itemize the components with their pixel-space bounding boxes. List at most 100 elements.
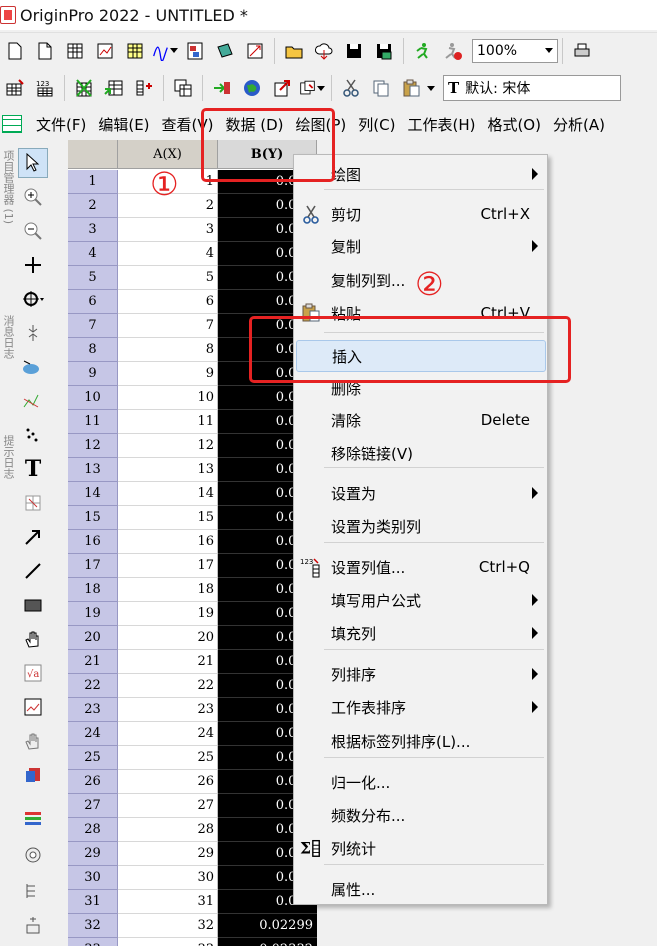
rectangle-tool-icon[interactable]	[18, 590, 48, 620]
row-header[interactable]: 18	[68, 578, 118, 602]
row-header[interactable]: 3	[68, 218, 118, 242]
stop-recalculate-icon[interactable]	[440, 38, 466, 64]
cell-a[interactable]: 21	[118, 650, 218, 674]
menu-view[interactable]: 查看(V)	[156, 114, 220, 135]
cell-a[interactable]: 30	[118, 866, 218, 890]
new-project-icon[interactable]	[2, 38, 28, 64]
row-header[interactable]: 24	[68, 722, 118, 746]
data-selector-icon[interactable]	[18, 318, 48, 348]
row-header[interactable]: 8	[68, 338, 118, 362]
insert-table-icon[interactable]	[18, 488, 48, 518]
template-icon[interactable]	[299, 75, 325, 101]
add-column-icon[interactable]	[2, 75, 28, 101]
row-header[interactable]: 19	[68, 602, 118, 626]
cell-a[interactable]: 26	[118, 770, 218, 794]
zoom-out-icon[interactable]	[18, 216, 48, 246]
menu-item[interactable]: 剪切 Ctrl+X	[296, 198, 546, 230]
cell-a[interactable]: 20	[118, 626, 218, 650]
screen-reader-icon[interactable]	[18, 284, 48, 314]
row-header[interactable]: 6	[68, 290, 118, 314]
menu-worksheet[interactable]: 工作表(H)	[401, 114, 481, 135]
cell-a[interactable]: 5	[118, 266, 218, 290]
row-header[interactable]: 33	[68, 938, 118, 946]
data-reader-icon[interactable]	[18, 250, 48, 280]
menu-item[interactable]: 列排序	[296, 658, 546, 690]
region-selector-icon[interactable]	[18, 352, 48, 382]
cell-a[interactable]: 32	[118, 914, 218, 938]
menu-item[interactable]: 归一化...	[296, 766, 546, 798]
cell-a[interactable]: 13	[118, 458, 218, 482]
menu-item[interactable]: 设置为类别列	[296, 510, 546, 542]
pointer-icon[interactable]	[18, 148, 48, 178]
menu-analysis[interactable]: 分析(A)	[547, 114, 611, 135]
cell-a[interactable]: 4	[118, 242, 218, 266]
menu-edit[interactable]: 编辑(E)	[92, 114, 155, 135]
menu-item[interactable]: 123 设置列值... Ctrl+Q	[296, 551, 546, 583]
row-header[interactable]: 32	[68, 914, 118, 938]
copy-icon[interactable]	[368, 75, 394, 101]
row-header[interactable]: 26	[68, 770, 118, 794]
cell-a[interactable]: 14	[118, 482, 218, 506]
row-header[interactable]: 9	[68, 362, 118, 386]
cell-a[interactable]: 16	[118, 530, 218, 554]
menu-item[interactable]: 移除链接(V)	[296, 437, 546, 469]
row-header[interactable]: 12	[68, 434, 118, 458]
menu-item[interactable]: 填写用户公式	[296, 584, 546, 616]
other-tool-icon[interactable]	[18, 910, 48, 940]
row-header[interactable]: 21	[68, 650, 118, 674]
menu-plot[interactable]: 绘图(P)	[290, 114, 353, 135]
cell-a[interactable]: 1	[118, 170, 218, 194]
cell-a[interactable]: 11	[118, 410, 218, 434]
new-workbook-icon[interactable]	[62, 38, 88, 64]
cell-b[interactable]: 0.02299	[218, 914, 317, 938]
cell-a[interactable]: 10	[118, 386, 218, 410]
circle-tool-icon[interactable]	[18, 840, 48, 870]
cell-a[interactable]: 27	[118, 794, 218, 818]
messages-log-tab[interactable]: 消息日志	[0, 315, 16, 359]
recalculate-icon[interactable]	[410, 38, 436, 64]
cell-a[interactable]: 23	[118, 698, 218, 722]
cell-a[interactable]: 25	[118, 746, 218, 770]
set-column-values-icon[interactable]: 123	[32, 75, 58, 101]
cell-a[interactable]: 15	[118, 506, 218, 530]
cell-a[interactable]: 19	[118, 602, 218, 626]
project-explorer-tab[interactable]: 项目管理器 (1)	[0, 150, 16, 224]
cell-a[interactable]: 3	[118, 218, 218, 242]
column-stats-icon[interactable]	[131, 75, 157, 101]
import-data-icon[interactable]	[101, 75, 127, 101]
cell-a[interactable]: 29	[118, 842, 218, 866]
paste-icon[interactable]	[398, 75, 424, 101]
row-header[interactable]: 20	[68, 626, 118, 650]
menu-item[interactable]: 复制	[296, 230, 546, 262]
row-header[interactable]: 17	[68, 554, 118, 578]
cell-a[interactable]: 31	[118, 890, 218, 914]
color-palette-icon[interactable]	[18, 804, 48, 834]
row-header[interactable]: 14	[68, 482, 118, 506]
object-icon[interactable]	[18, 726, 48, 756]
new-matrix-icon[interactable]	[122, 38, 148, 64]
row-header[interactable]: 16	[68, 530, 118, 554]
cut-icon[interactable]	[338, 75, 364, 101]
cell-a[interactable]: 7	[118, 314, 218, 338]
print-icon[interactable]	[569, 38, 595, 64]
new-notes-icon[interactable]	[212, 38, 238, 64]
new-folder-icon[interactable]	[32, 38, 58, 64]
duplicate-icon[interactable]	[170, 75, 196, 101]
menu-item[interactable]: 删除	[296, 372, 546, 404]
menu-item[interactable]: 粘贴 Ctrl+V	[296, 297, 546, 329]
corner-header[interactable]	[68, 140, 118, 169]
cell-a[interactable]: 8	[118, 338, 218, 362]
row-header[interactable]: 27	[68, 794, 118, 818]
cell-a[interactable]: 33	[118, 938, 218, 946]
clear-worksheet-icon[interactable]	[71, 75, 97, 101]
line-tool-icon[interactable]	[18, 556, 48, 586]
row-header[interactable]: 31	[68, 890, 118, 914]
row-header[interactable]: 23	[68, 698, 118, 722]
new-3d-graph-icon[interactable]	[242, 38, 268, 64]
toolbar-overflow-icon[interactable]	[427, 85, 435, 91]
row-header[interactable]: 28	[68, 818, 118, 842]
menu-item[interactable]: 根据标签列排序(L)...	[296, 725, 546, 757]
zoom-in-icon[interactable]	[18, 182, 48, 212]
group-icon[interactable]	[18, 876, 48, 906]
row-header[interactable]: 7	[68, 314, 118, 338]
